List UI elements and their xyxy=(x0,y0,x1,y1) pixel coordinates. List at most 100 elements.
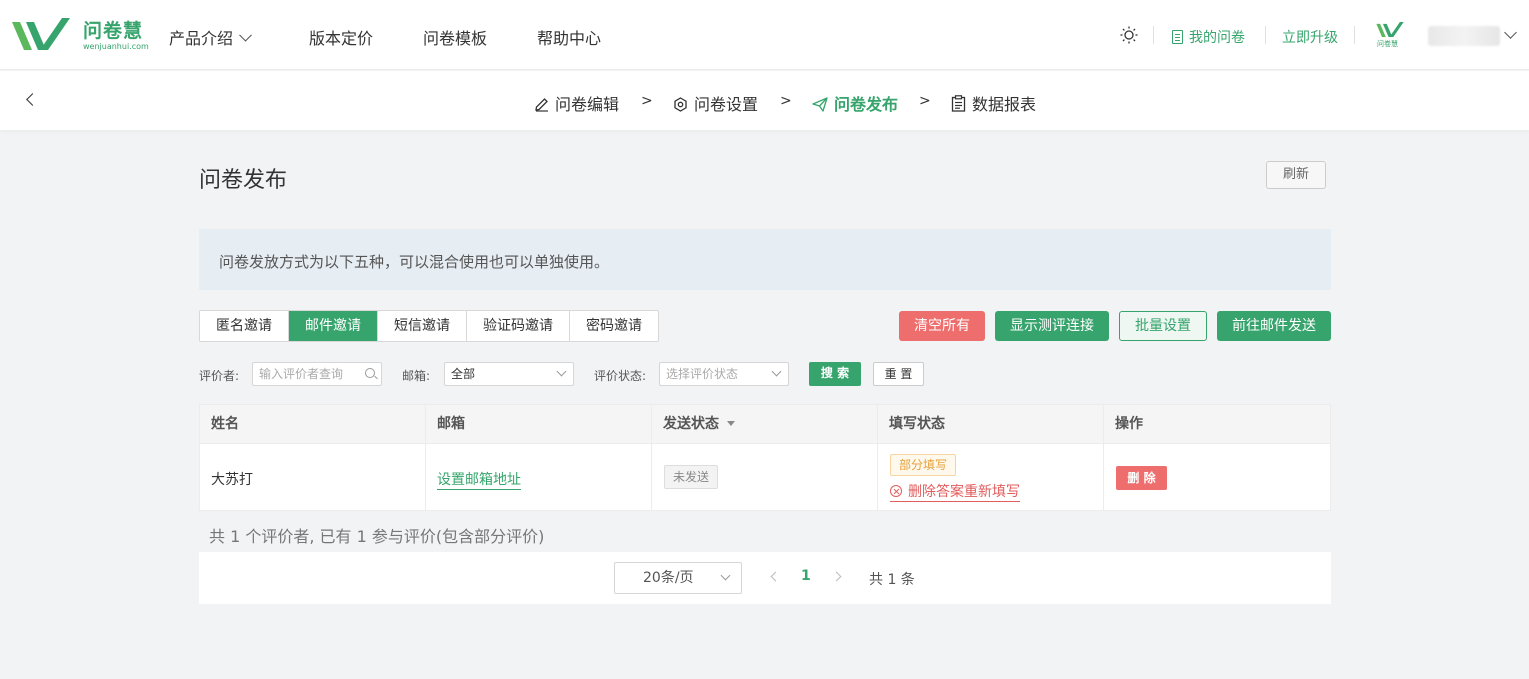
cell-send-status: 未发送 xyxy=(652,444,878,510)
reset-answers-link[interactable]: 删除答案重新填写 xyxy=(890,481,1020,502)
step-separator: > xyxy=(780,93,792,109)
search-button[interactable]: 搜 索 xyxy=(809,362,861,386)
email-filter-select[interactable]: 全部 xyxy=(444,362,574,386)
next-page-icon[interactable] xyxy=(831,571,842,582)
step-label: 数据报表 xyxy=(972,95,1037,114)
pencil-icon xyxy=(535,98,548,112)
email-filter-label: 邮箱: xyxy=(402,369,431,383)
delete-button[interactable]: 删 除 xyxy=(1116,466,1167,490)
reset-answers-label: 删除答案重新填写 xyxy=(908,484,1020,500)
divider xyxy=(1265,26,1266,44)
tab-code-invite[interactable]: 验证码邀请 xyxy=(467,311,570,341)
fill-status-badge: 部分填写 xyxy=(890,454,957,476)
logo-mark-icon xyxy=(12,18,70,50)
tab-email-invite[interactable]: 邮件邀请 xyxy=(289,311,378,341)
send-status-badge: 未发送 xyxy=(664,465,719,489)
tab-password-invite[interactable]: 密码邀请 xyxy=(570,311,658,341)
column-header-email: 邮箱 xyxy=(426,405,652,443)
refresh-button[interactable]: 刷新 xyxy=(1266,161,1326,189)
step-publish[interactable]: 问卷发布 xyxy=(812,91,898,115)
evaluator-search-input[interactable]: 输入评价者查询 xyxy=(252,362,382,386)
brand-name: 问卷慧 xyxy=(83,20,144,42)
document-icon xyxy=(1172,30,1183,44)
cell-actions: 删 除 xyxy=(1104,444,1330,510)
my-survey-link[interactable]: 我的问卷 xyxy=(1172,27,1245,47)
evaluator-filter-label: 评价者: xyxy=(199,369,240,383)
batch-settings-button[interactable]: 批量设置 xyxy=(1119,311,1207,341)
column-header-send-status[interactable]: 发送状态 xyxy=(652,405,878,443)
clipboard-icon xyxy=(951,95,966,112)
chevron-down-icon[interactable] xyxy=(1504,26,1517,39)
status-placeholder: 选择评价状态 xyxy=(666,367,739,381)
divider xyxy=(1153,26,1154,44)
status-filter-select[interactable]: 选择评价状态 xyxy=(659,362,789,386)
step-report[interactable]: 数据报表 xyxy=(951,91,1036,115)
page-title: 问卷发布 xyxy=(199,168,288,193)
show-link-button[interactable]: 显示测评连接 xyxy=(995,311,1109,341)
total-count: 共 1 条 xyxy=(869,572,915,588)
step-separator: > xyxy=(919,93,931,109)
chevron-down-icon xyxy=(239,28,252,42)
column-header-name: 姓名 xyxy=(200,405,426,443)
column-header-label: 发送状态 xyxy=(663,416,719,432)
avatar-brand-name: 问卷慧 xyxy=(1377,40,1398,48)
tab-anonymous-invite[interactable]: 匿名邀请 xyxy=(200,311,289,341)
step-settings[interactable]: 问卷设置 xyxy=(673,91,758,115)
brand-domain: wenjuanhui.com xyxy=(83,42,149,51)
back-arrow-icon[interactable] xyxy=(26,93,39,106)
email-filter-value: 全部 xyxy=(451,367,476,381)
nav-templates[interactable]: 问卷模板 xyxy=(423,25,487,49)
evaluator-table: 姓名 邮箱 发送状态 填写状态 操作 大苏打 设置邮箱地址 未发送 部分填写 删… xyxy=(199,404,1331,511)
tab-sms-invite[interactable]: 短信邀请 xyxy=(378,311,467,341)
step-separator: > xyxy=(641,93,653,109)
chevron-down-icon xyxy=(556,366,567,377)
info-notice: 问卷发放方式为以下五种，可以混合使用也可以单独使用。 xyxy=(199,229,1331,290)
evaluator-summary: 共 1 个评价者, 已有 1 参与评价(包含部分评价) xyxy=(209,527,545,546)
step-label: 问卷设置 xyxy=(694,95,759,114)
brand-logo[interactable]: 问卷慧 wenjuanhui.com xyxy=(10,14,150,58)
status-filter-label: 评价状态: xyxy=(594,369,647,383)
invite-tabs: 匿名邀请 邮件邀请 短信邀请 验证码邀请 密码邀请 xyxy=(199,310,659,342)
upgrade-label: 立即升级 xyxy=(1282,30,1338,46)
send-icon xyxy=(812,97,828,112)
prev-page-icon[interactable] xyxy=(770,571,781,582)
page-size-select[interactable]: 20条/页 xyxy=(614,562,742,594)
top-navbar: 问卷慧 wenjuanhui.com 产品介绍 版本定价 问卷模板 帮助中心 我… xyxy=(0,0,1529,70)
page-number[interactable]: 1 xyxy=(801,568,811,584)
table-row: 大苏打 设置邮箱地址 未发送 部分填写 删除答案重新填写 删 除 xyxy=(199,444,1331,511)
search-icon xyxy=(365,368,375,378)
avatar[interactable]: 问卷慧 xyxy=(1375,22,1405,48)
avatar-logo-icon xyxy=(1376,22,1404,38)
nav-item-label: 问卷模板 xyxy=(423,29,488,48)
go-send-email-button[interactable]: 前往邮件发送 xyxy=(1217,311,1331,341)
page-size-value: 20条/页 xyxy=(643,570,694,586)
cell-fill-status: 部分填写 删除答案重新填写 xyxy=(878,444,1104,510)
nav-product-intro[interactable]: 产品介绍 xyxy=(169,25,252,49)
reset-button[interactable]: 重 置 xyxy=(873,362,924,386)
nav-item-label: 版本定价 xyxy=(309,29,374,48)
table-header: 姓名 邮箱 发送状态 填写状态 操作 xyxy=(199,404,1331,444)
settings-icon xyxy=(674,97,687,112)
pagination: 20条/页 1 共 1 条 xyxy=(199,552,1331,604)
close-circle-icon xyxy=(890,485,902,497)
username-blurred[interactable] xyxy=(1428,26,1500,46)
clear-all-button[interactable]: 清空所有 xyxy=(899,311,985,341)
evaluator-placeholder: 输入评价者查询 xyxy=(259,367,344,381)
divider xyxy=(1354,26,1355,44)
evaluator-name: 大苏打 xyxy=(211,472,253,488)
theme-sun-icon[interactable] xyxy=(1120,26,1138,44)
chevron-down-icon xyxy=(720,570,731,581)
nav-help-center[interactable]: 帮助中心 xyxy=(537,25,601,49)
step-edit[interactable]: 问卷编辑 xyxy=(534,91,619,115)
upgrade-link[interactable]: 立即升级 xyxy=(1282,27,1338,47)
step-label: 问卷发布 xyxy=(834,95,899,114)
cell-email: 设置邮箱地址 xyxy=(426,444,652,510)
cell-name: 大苏打 xyxy=(200,444,426,510)
nav-item-label: 帮助中心 xyxy=(537,29,602,48)
step-label: 问卷编辑 xyxy=(555,95,620,114)
column-header-actions: 操作 xyxy=(1115,416,1143,432)
nav-pricing[interactable]: 版本定价 xyxy=(309,25,373,49)
filter-caret-icon[interactable] xyxy=(727,421,735,426)
step-bar: 问卷编辑 > 问卷设置 > 问卷发布 > 数据报表 xyxy=(0,71,1529,130)
set-email-link[interactable]: 设置邮箱地址 xyxy=(437,469,521,490)
